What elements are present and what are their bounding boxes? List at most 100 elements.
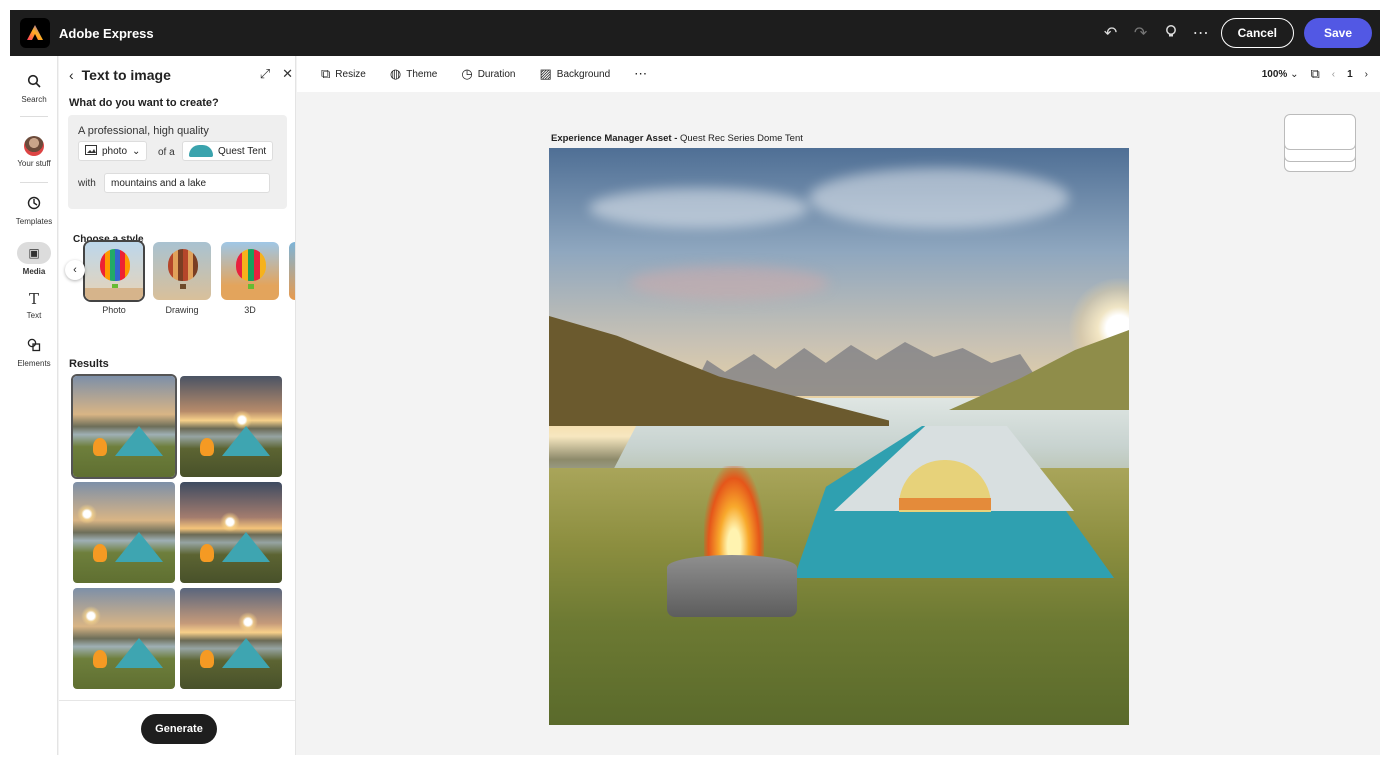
image-icon: [85, 144, 97, 158]
style-thumbnail: [289, 242, 295, 300]
prompt-question: What do you want to create?: [69, 97, 219, 109]
style-next-partial[interactable]: [289, 242, 295, 300]
panel-header: ‹ Text to image ⤢ ✕: [69, 66, 293, 84]
chevron-left-icon[interactable]: ‹: [65, 260, 85, 280]
chevron-down-icon: ⌄: [132, 145, 141, 157]
next-page-icon[interactable]: ›: [1365, 69, 1368, 80]
campfire: [704, 466, 764, 566]
canvas-artwork[interactable]: [549, 148, 1129, 725]
panel-footer: Generate: [59, 700, 295, 755]
text-icon: T: [28, 290, 39, 308]
top-actions: ↶ ↷ ⋯ Cancel Save: [1101, 18, 1372, 48]
sun: [81, 606, 101, 626]
divider: [20, 182, 48, 183]
adobe-express-logo[interactable]: [20, 18, 50, 48]
sun: [238, 612, 258, 632]
asset-caption-name: Quest Rec Series Dome Tent: [677, 133, 803, 144]
tent: [115, 638, 163, 668]
style-photo[interactable]: Photo: [85, 242, 143, 315]
result-thumbnail[interactable]: [180, 376, 282, 477]
result-thumbnail[interactable]: [180, 588, 282, 689]
of-a-label: of a: [158, 147, 175, 158]
media-icon: ▣: [17, 242, 51, 264]
lightbulb-icon[interactable]: [1161, 24, 1181, 43]
tent: [222, 532, 270, 562]
cloud: [629, 266, 829, 300]
canvas-toolbar: ⧉ Resize ◍ Theme ◷ Duration ▨ Background…: [297, 56, 1380, 92]
with-input[interactable]: mountains and a lake: [104, 173, 270, 193]
rail-label: Your stuff: [17, 159, 51, 168]
search-icon: [10, 74, 58, 92]
style-3d[interactable]: 3D: [221, 242, 279, 315]
more-icon: ⋯: [634, 66, 648, 81]
sun: [220, 512, 240, 532]
app-window: Adobe Express ↶ ↷ ⋯ Cancel Save Search Y…: [10, 10, 1380, 755]
result-thumbnail[interactable]: [73, 588, 175, 689]
theme-button[interactable]: ◍ Theme: [390, 66, 437, 82]
avatar: [24, 136, 44, 156]
elements-icon: [10, 338, 58, 356]
zoom-select[interactable]: 100% ⌄: [1262, 69, 1299, 80]
zoom-value: 100%: [1261, 68, 1288, 80]
with-label: with: [78, 178, 96, 189]
generate-button[interactable]: Generate: [141, 714, 217, 744]
subject-chip[interactable]: Quest Tent: [182, 141, 274, 161]
style-label: Photo: [102, 305, 126, 315]
undo-icon[interactable]: ↶: [1101, 23, 1121, 43]
style-label: 3D: [244, 305, 256, 315]
save-button[interactable]: Save: [1303, 18, 1372, 48]
background-button[interactable]: ▨ Background: [540, 66, 611, 82]
rail-item-text[interactable]: T Text: [10, 290, 58, 320]
tent: [222, 426, 270, 456]
rail-item-your-stuff[interactable]: Your stuff: [10, 136, 58, 168]
sun: [232, 410, 252, 430]
fire: [93, 544, 107, 562]
style-label: Drawing: [165, 305, 199, 315]
rail-label: Templates: [15, 217, 53, 226]
tool-label: Duration: [477, 68, 516, 80]
redo-icon[interactable]: ↷: [1131, 23, 1151, 43]
rail-item-elements[interactable]: Elements: [10, 338, 58, 368]
page-thumbnail: [1284, 114, 1356, 150]
content-type-value: photo: [102, 145, 128, 157]
content-type-select[interactable]: photo ⌄: [78, 141, 148, 161]
asset-caption-source: Experience Manager Asset -: [551, 133, 678, 144]
fire: [200, 650, 214, 668]
close-icon[interactable]: ✕: [282, 66, 293, 82]
rail-item-media[interactable]: ▣ Media: [10, 242, 58, 276]
style-drawing[interactable]: Drawing: [153, 242, 211, 315]
rail-item-search[interactable]: Search: [10, 74, 58, 104]
zoom-and-pages: 100% ⌄ ⧉ ‹ 1 ›: [1262, 66, 1368, 82]
toolbar-more-button[interactable]: ⋯: [634, 66, 647, 82]
theme-icon: ◍: [389, 66, 402, 81]
cloud: [589, 188, 809, 228]
result-thumbnail[interactable]: [73, 482, 175, 583]
page-number: 1: [1347, 68, 1353, 80]
tent: [115, 532, 163, 562]
resize-button[interactable]: ⧉ Resize: [321, 66, 366, 82]
prev-page-icon[interactable]: ‹: [1332, 69, 1335, 80]
tent-floor: [899, 498, 991, 510]
back-icon[interactable]: ‹: [69, 67, 74, 83]
top-bar: Adobe Express ↶ ↷ ⋯ Cancel Save: [10, 10, 1380, 56]
with-input-value: mountains and a lake: [111, 177, 207, 189]
duration-button[interactable]: ◷ Duration: [461, 66, 515, 82]
result-thumbnail[interactable]: [73, 376, 175, 477]
pages-icon[interactable]: ⧉: [1310, 66, 1319, 82]
panel-title: Text to image: [81, 67, 171, 83]
expand-icon[interactable]: ⤢: [260, 66, 270, 82]
more-icon[interactable]: ⋯: [1191, 23, 1211, 43]
page-thumbnails[interactable]: [1284, 114, 1356, 172]
cancel-button[interactable]: Cancel: [1220, 18, 1294, 48]
resize-icon: ⧉: [321, 66, 331, 81]
fire: [200, 438, 214, 456]
basket: [248, 284, 254, 289]
style-thumbnail: [221, 242, 279, 300]
tool-label: Background: [556, 68, 611, 80]
prompt-line: A professional, high quality: [78, 125, 209, 137]
result-thumbnail[interactable]: [180, 482, 282, 583]
templates-icon: [10, 196, 58, 214]
balloon-image: [236, 249, 266, 281]
cloud: [809, 168, 1069, 228]
rail-item-templates[interactable]: Templates: [10, 196, 58, 226]
